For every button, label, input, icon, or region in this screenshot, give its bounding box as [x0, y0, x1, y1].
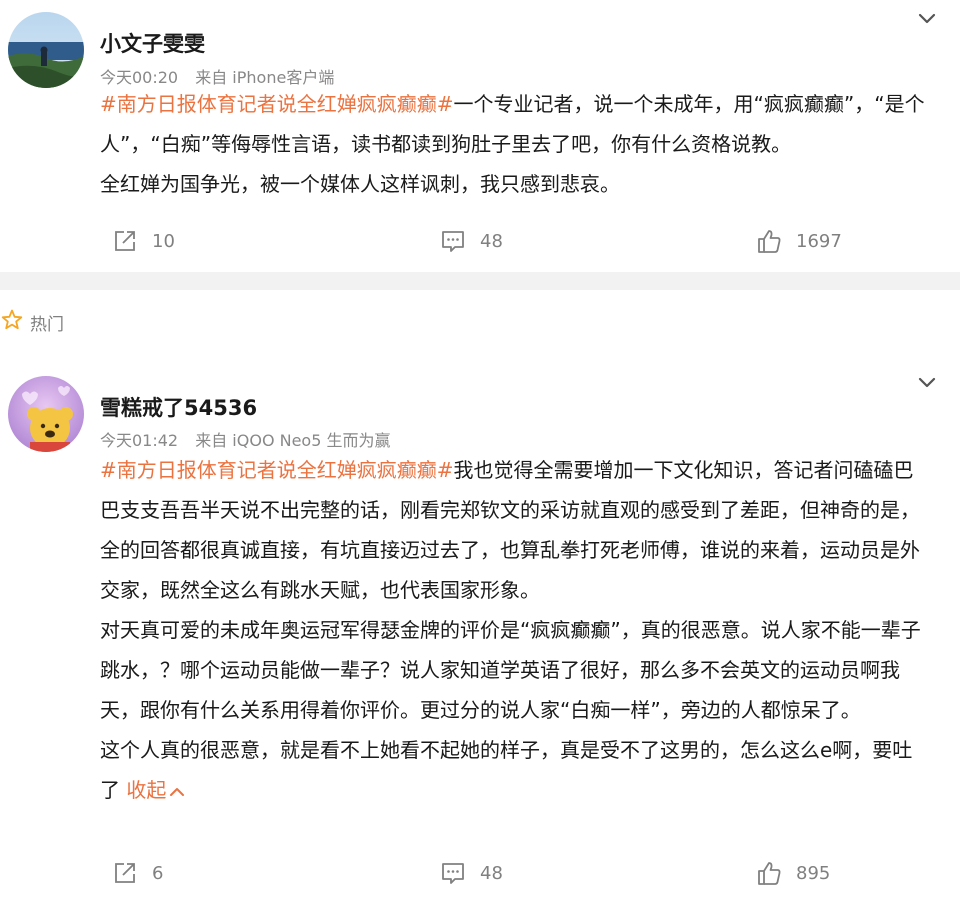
post-paragraph: 这个人真的很恶意，就是看不上她看不起她的样子，真是受不了这男的，怎么这么e啊，要… — [100, 730, 930, 810]
like-count: 895 — [796, 862, 831, 884]
action-bar: 6 48 895 — [0, 860, 960, 890]
like-button[interactable]: 895 — [756, 860, 830, 886]
post-text: 这个人真的很恶意，就是看不上她看不起她的样子，真是受不了这男的，怎么这么e啊，要… — [100, 738, 913, 802]
collapse-link[interactable]: 收起 — [126, 778, 185, 802]
avatar-bear-image — [8, 376, 84, 452]
post-meta: 今天01:42 来自 iQOO Neo5 生而为赢 — [100, 427, 391, 451]
thumbs-up-icon — [756, 860, 782, 886]
post-card: 雪糕戒了54536 今天01:42 来自 iQOO Neo5 生而为赢 #南方日… — [0, 0, 960, 900]
repost-count: 6 — [152, 862, 164, 884]
collapse-label: 收起 — [126, 778, 167, 802]
chevron-up-icon — [166, 778, 185, 802]
avatar[interactable] — [8, 376, 84, 452]
post-body: #南方日报体育记者说全红婵疯疯癫癫#我也觉得全需要增加一下文化知识，答记者问磕磕… — [100, 450, 930, 810]
repost-icon — [112, 860, 138, 886]
comment-icon — [440, 860, 466, 886]
chevron-down-icon[interactable] — [918, 374, 936, 388]
repost-button[interactable]: 6 — [112, 860, 163, 886]
post-paragraph: #南方日报体育记者说全红婵疯疯癫癫#我也觉得全需要增加一下文化知识，答记者问磕磕… — [100, 450, 930, 610]
username[interactable]: 雪糕戒了54536 — [100, 392, 257, 422]
post-source: 来自 iQOO Neo5 生而为赢 — [195, 431, 391, 450]
hashtag-link[interactable]: #南方日报体育记者说全红婵疯疯癫癫# — [100, 458, 454, 482]
comment-count: 48 — [480, 862, 503, 884]
comment-button[interactable]: 48 — [440, 860, 503, 886]
post-paragraph: 对天真可爱的未成年奥运冠军得瑟金牌的评价是“疯疯癫癫”，真的很恶意。说人家不能一… — [100, 618, 921, 722]
post-time: 今天01:42 — [100, 431, 179, 450]
